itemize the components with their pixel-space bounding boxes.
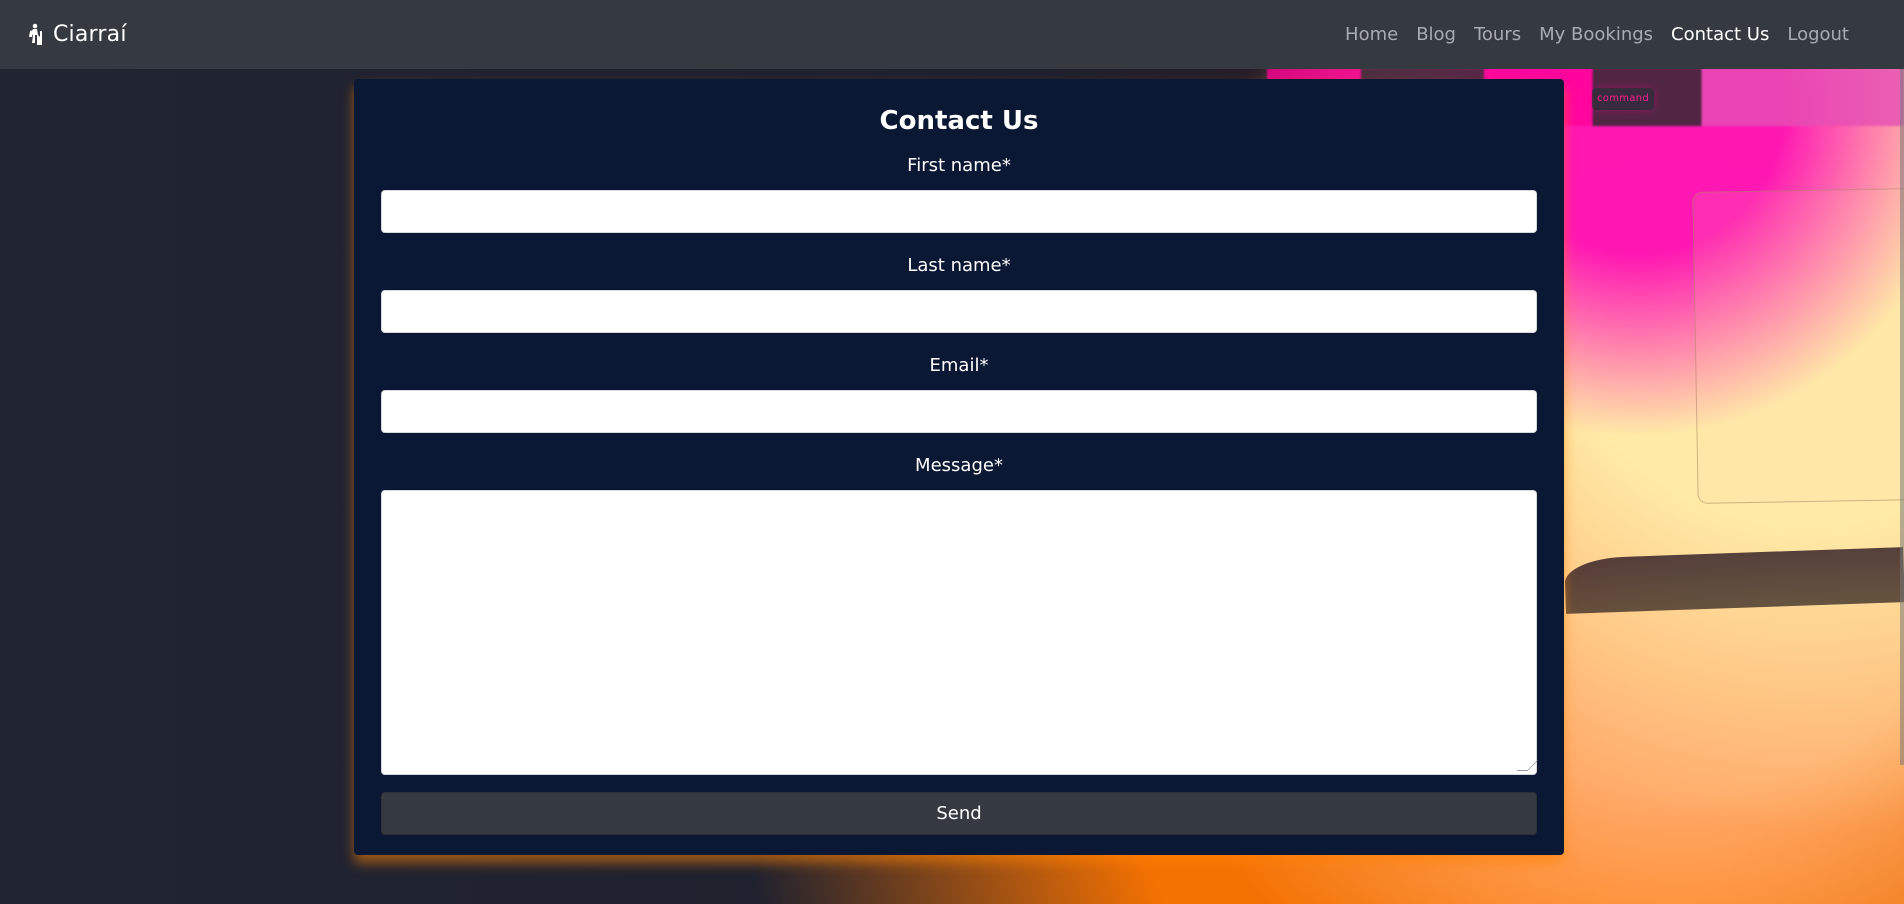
last-name-field-group: Last name* <box>381 255 1537 333</box>
last-name-label: Last name* <box>907 255 1011 276</box>
command-key-label: command <box>1592 88 1654 110</box>
message-label: Message* <box>915 455 1003 476</box>
brand[interactable]: Ciarraí <box>25 22 127 47</box>
brand-name: Ciarraí <box>53 22 127 47</box>
page-title: Contact Us <box>879 106 1039 136</box>
contact-page: command Ciarraí Home Blog Tours My Booki… <box>0 0 1904 904</box>
email-label: Email* <box>929 355 989 376</box>
email-input[interactable] <box>381 390 1537 433</box>
first-name-field-group: First name* <box>381 155 1537 233</box>
send-button[interactable]: Send <box>381 792 1537 835</box>
nav-my-bookings-link[interactable]: My Bookings <box>1539 24 1653 45</box>
contact-form-card: Contact Us First name* Last name* Email*… <box>354 79 1564 855</box>
first-name-input[interactable] <box>381 190 1537 233</box>
first-name-label: First name* <box>907 155 1011 176</box>
message-textarea-wrapper <box>381 490 1539 775</box>
laptop-trackpad <box>1692 188 1904 504</box>
last-name-input[interactable] <box>381 290 1537 333</box>
main-navigation: Home Blog Tours My Bookings Contact Us L… <box>1345 24 1849 45</box>
nav-home-link[interactable]: Home <box>1345 24 1398 45</box>
nav-tours-link[interactable]: Tours <box>1474 24 1521 45</box>
laptop-edge <box>1564 547 1904 614</box>
top-navbar: Ciarraí Home Blog Tours My Bookings Cont… <box>0 0 1904 69</box>
nav-contact-us-link[interactable]: Contact Us <box>1671 24 1769 45</box>
email-field-group: Email* <box>381 355 1537 433</box>
message-field-group: Message* <box>381 455 1539 775</box>
page-scrollbar[interactable] <box>1900 69 1904 765</box>
message-textarea[interactable] <box>381 490 1537 775</box>
nav-blog-link[interactable]: Blog <box>1416 24 1456 45</box>
hiking-icon <box>25 23 45 47</box>
nav-logout-link[interactable]: Logout <box>1787 24 1849 45</box>
